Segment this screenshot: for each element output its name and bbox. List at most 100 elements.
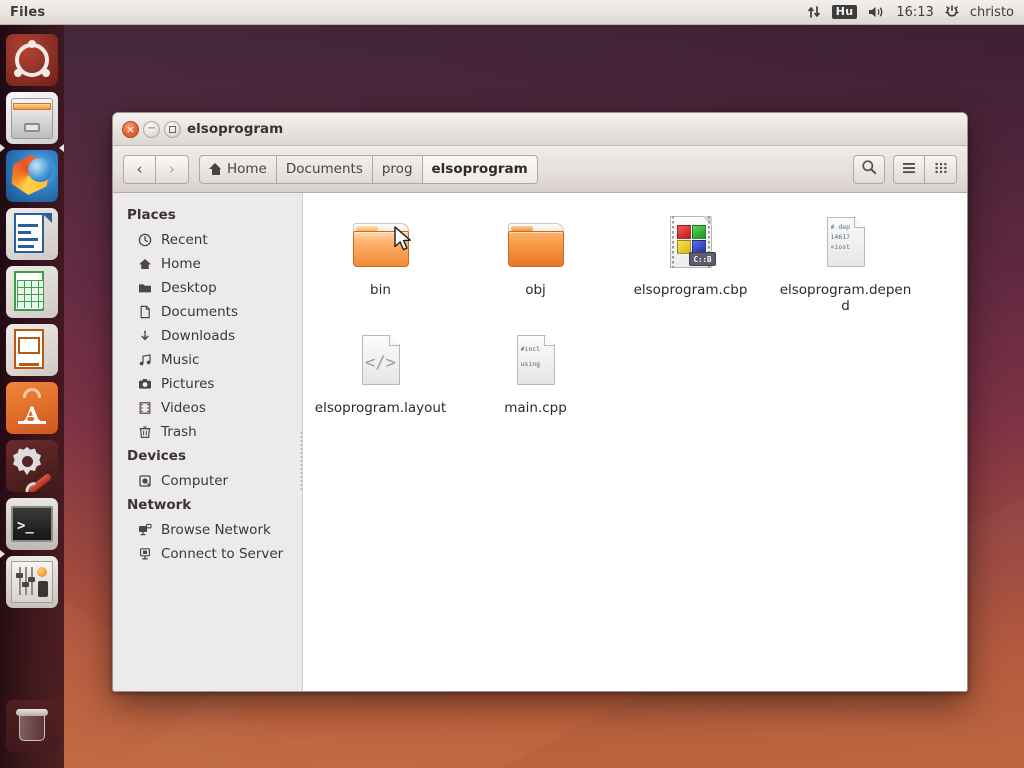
sidebar-item-connect-to-server[interactable]: Connect to Server (113, 542, 302, 566)
window-toolbar: ‹ › Home Documents prog elsoprogram (113, 146, 967, 193)
breadcrumb-item-elsoprogram[interactable]: elsoprogram (421, 154, 538, 184)
breadcrumb-item-home[interactable]: Home (199, 154, 276, 184)
sidebar-item-label: Downloads (161, 328, 236, 344)
audio-mixer-icon (6, 556, 58, 608)
grid-view-icon (933, 160, 949, 179)
maximize-icon (165, 122, 180, 137)
sidebar-item-label: Browse Network (161, 522, 271, 538)
sidebar-item-label: Desktop (161, 280, 217, 296)
source-document-icon: #incl using (504, 331, 568, 395)
launcher-row (0, 34, 64, 86)
sidebar-item-label: Recent (161, 232, 208, 248)
window-close-button[interactable]: × (122, 120, 139, 138)
sidebar-item-trash[interactable]: Trash (113, 420, 302, 444)
breadcrumb: Home Documents prog elsoprogram (199, 154, 538, 184)
launcher-item-trash[interactable] (6, 700, 58, 752)
sidebar-item-recent[interactable]: Recent (113, 228, 302, 252)
panel-indicators: Hu 16:13 christo (807, 5, 1024, 19)
codeblocks-badge: C::B (689, 252, 716, 266)
forward-button[interactable]: › (156, 154, 189, 184)
window-maximize-button[interactable] (164, 120, 181, 138)
user-menu[interactable]: christo (970, 6, 1014, 19)
navigation-buttons: ‹ › (123, 154, 189, 184)
libreoffice-writer-icon (6, 208, 58, 260)
sidebar-item-documents[interactable]: Documents (113, 300, 302, 324)
sidebar-item-label: Documents (161, 304, 238, 320)
search-icon (861, 159, 877, 179)
unity-launcher: A >_ (0, 25, 64, 768)
file-label: elsoprogram.layout (314, 399, 447, 416)
launcher-item-ubuntu-dash[interactable] (6, 34, 58, 86)
file-item-elsoprogram-layout[interactable]: </> elsoprogram.layout (303, 325, 458, 427)
preview-line: #incl (520, 344, 541, 353)
launcher-item-software-center[interactable]: A (6, 382, 58, 434)
panel-app-title[interactable]: Files (10, 5, 45, 20)
launcher-item-libreoffice-writer[interactable] (6, 208, 58, 260)
launcher-item-system-settings[interactable] (6, 440, 58, 492)
list-view-button[interactable] (893, 154, 925, 184)
preview-line: # dep (830, 223, 851, 231)
sidebar-item-videos[interactable]: Videos (113, 396, 302, 420)
breadcrumb-label: prog (381, 161, 413, 177)
file-item-elsoprogram-cbp[interactable]: C::B elsoprogram.cbp (613, 207, 768, 325)
network-icon (137, 522, 153, 538)
sidebar-item-desktop[interactable]: Desktop (113, 276, 302, 300)
file-label: bin (370, 282, 391, 298)
file-label: elsoprogram.cbp (633, 282, 748, 298)
sidebar-item-label: Videos (161, 400, 206, 416)
sidebar-item-label: Trash (161, 424, 197, 440)
sidebar-item-music[interactable]: Music (113, 348, 302, 372)
grid-view-button[interactable] (925, 154, 957, 184)
breadcrumb-label: elsoprogram (431, 161, 528, 177)
xml-document-icon: </> (349, 331, 413, 395)
file-item-obj[interactable]: obj (458, 207, 613, 325)
sidebar-item-label: Home (161, 256, 201, 272)
keyboard-layout-indicator[interactable]: Hu (831, 5, 858, 19)
software-center-bag-icon: A (6, 382, 58, 434)
firefox-icon (6, 150, 58, 202)
power-gear-icon[interactable] (945, 5, 959, 19)
ubuntu-logo-icon (6, 34, 58, 86)
clock-indicator[interactable]: 16:13 (896, 6, 933, 19)
breadcrumb-item-documents[interactable]: Documents (275, 154, 372, 184)
sidebar-item-label: Connect to Server (161, 546, 284, 562)
launcher-item-terminal[interactable]: >_ (6, 498, 58, 550)
preview-line: <iost (830, 243, 851, 252)
launcher-item-libreoffice-impress[interactable] (6, 324, 58, 376)
launcher-item-firefox[interactable] (6, 150, 58, 202)
window-titlebar[interactable]: × − elsoprogram (113, 113, 967, 146)
launcher-row: >_ (0, 498, 64, 558)
preview-line: using (520, 360, 541, 369)
launcher-item-audio-mixer[interactable] (6, 556, 58, 608)
sidebar-item-label: Computer (161, 473, 229, 489)
file-item-elsoprogram-depend[interactable]: # dep 14617 <iost elsoprogram.depend (768, 207, 923, 325)
launcher-item-files[interactable] (6, 92, 58, 144)
sidebar-header-network: Network (127, 497, 192, 513)
volume-icon[interactable] (868, 5, 885, 19)
sidebar-item-browse-network[interactable]: Browse Network (113, 518, 302, 542)
icon-grid: bin obj C::B elsoprogram.cbp # dep 14617… (303, 207, 967, 427)
folder-icon (349, 213, 413, 277)
file-list-view[interactable]: bin obj C::B elsoprogram.cbp # dep 14617… (303, 193, 967, 691)
file-item-main-cpp[interactable]: #incl using main.cpp (458, 325, 613, 427)
launcher-row (0, 440, 64, 492)
window-minimize-button[interactable]: − (143, 120, 160, 138)
network-transfer-icon[interactable] (807, 5, 821, 19)
back-button[interactable]: ‹ (123, 154, 156, 184)
minimize-icon: − (147, 123, 156, 134)
server-icon (137, 546, 153, 562)
sidebar-item-downloads[interactable]: Downloads (113, 324, 302, 348)
home-icon (209, 163, 222, 175)
trash-lid-icon (16, 709, 48, 716)
breadcrumb-item-prog[interactable]: prog (371, 154, 422, 184)
search-button[interactable] (853, 154, 885, 184)
launcher-row (0, 92, 64, 152)
clock-icon (137, 232, 153, 248)
document-icon (137, 304, 153, 320)
toolbar-right-group (853, 154, 957, 184)
sidebar-item-home[interactable]: Home (113, 252, 302, 276)
sidebar-item-computer[interactable]: Computer (113, 469, 302, 493)
launcher-item-libreoffice-calc[interactable] (6, 266, 58, 318)
sidebar-item-pictures[interactable]: Pictures (113, 372, 302, 396)
file-item-bin[interactable]: bin (303, 207, 458, 325)
